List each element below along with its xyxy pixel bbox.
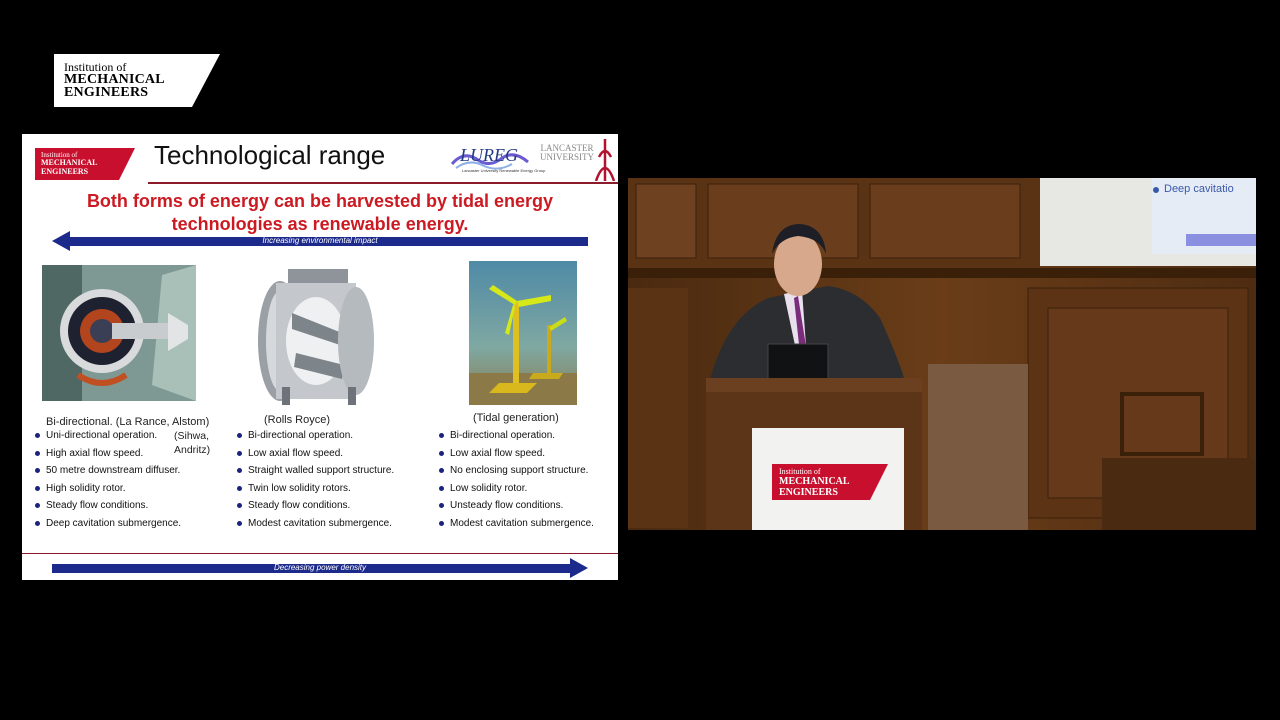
list-item: Uni-directional operation. — [34, 430, 181, 448]
environmental-impact-label: Increasing environmental impact — [262, 236, 378, 245]
logo-line-engineers: ENGINEERS — [64, 85, 149, 100]
headline-line-1: Both forms of energy can be harvested by… — [86, 191, 554, 211]
list-item: High axial flow speed. — [34, 448, 181, 466]
slide-title: Technological range — [154, 140, 386, 170]
environmental-impact-arrow: Increasing environmental impact — [52, 231, 588, 251]
list-item: Modest cavitation submergence. — [236, 518, 394, 536]
list-item: Unsteady flow conditions. — [438, 500, 594, 518]
lureg-subtitle: Lancaster University Renewable Energy Gr… — [462, 168, 546, 173]
caption-column-1: Bi-directional. (La Rance, Alstom) — [46, 416, 210, 428]
list-item: Low solidity rotor. — [438, 483, 594, 501]
headline-line-2: technologies as renewable energy. — [171, 214, 469, 234]
lancaster-crest-icon — [594, 139, 616, 181]
slide-logo-line-3: ENGINEERS — [41, 167, 89, 176]
slide-headline: Both forms of energy can be harvested by… — [42, 190, 598, 236]
lureg-logo: LUREG Lancaster University Renewable Ene… — [450, 142, 546, 178]
screen-bullet-icon — [1153, 187, 1159, 193]
list-item: No enclosing support structure. — [438, 465, 594, 483]
list-item: Modest cavitation submergence. — [438, 518, 594, 536]
tidal-generation-turbine-image — [469, 261, 577, 405]
podium-logo-line-3: ENGINEERS — [779, 487, 838, 498]
power-density-arrow: Decreasing power density — [52, 558, 588, 578]
list-item: Straight walled support structure. — [236, 465, 394, 483]
list-item: 50 metre downstream diffuser. — [34, 465, 181, 483]
slide-logo-line-2: MECHANICAL — [41, 158, 98, 167]
rolls-royce-turbine-image — [252, 263, 384, 409]
list-item: Steady flow conditions. — [236, 500, 394, 518]
list-item: Steady flow conditions. — [34, 500, 181, 518]
presentation-slide: Institution of MECHANICAL ENGINEERS Tech… — [22, 134, 618, 580]
list-item: High solidity rotor. — [34, 483, 181, 501]
screen-slide-text: Deep cavitatio — [1164, 183, 1234, 195]
podium-imeche-logo: Institution of MECHANICAL ENGINEERS — [772, 464, 888, 500]
list-item: Bi-directional operation. — [438, 430, 594, 448]
podium-logo-line-2: MECHANICAL — [779, 476, 850, 487]
slide-imeche-logo: Institution of MECHANICAL ENGINEERS — [35, 148, 135, 180]
speaker-video: Deep cavitatio Institution of MECHANICAL… — [628, 178, 1256, 530]
lancaster-line-2: UNIVERSITY — [540, 152, 594, 162]
imeche-broadcast-logo: Institution of MECHANICAL ENGINEERS — [54, 54, 220, 107]
projection-screen: Deep cavitatio — [1040, 178, 1256, 266]
lureg-name: LUREG — [460, 145, 518, 165]
caption-column-2: (Rolls Royce) — [264, 414, 331, 426]
bullet-list-column-3: Bi-directional operation. Low axial flow… — [438, 430, 594, 535]
list-item: Low axial flow speed. — [236, 448, 394, 466]
barrage-turbine-image — [42, 265, 196, 401]
power-density-label: Decreasing power density — [273, 563, 367, 572]
list-item: Deep cavitation submergence. — [34, 518, 181, 536]
title-divider — [148, 182, 618, 184]
caption-column-3: (Tidal generation) — [473, 412, 559, 424]
lancaster-university-logo: LANCASTER UNIVERSITY — [540, 144, 594, 162]
podium-sign: Institution of MECHANICAL ENGINEERS — [752, 428, 904, 530]
bullet-list-column-2: Bi-directional operation. Low axial flow… — [236, 430, 394, 535]
list-item: Twin low solidity rotors. — [236, 483, 394, 501]
bottom-divider — [22, 553, 618, 554]
bullet-list-column-1: Uni-directional operation. High axial fl… — [34, 430, 181, 535]
list-item: Bi-directional operation. — [236, 430, 394, 448]
list-item: Low axial flow speed. — [438, 448, 594, 466]
